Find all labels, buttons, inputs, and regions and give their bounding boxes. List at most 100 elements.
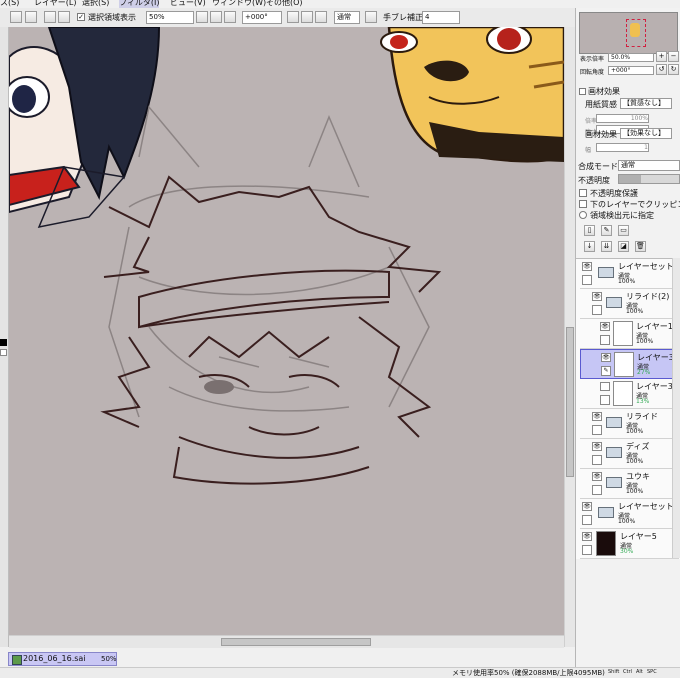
preserve-opacity-label: 不透明度保護 [590,189,638,198]
eye-icon[interactable]: 👁 [592,412,602,421]
layer-row[interactable]: 👁 リライド(2) 通常 100% [580,289,679,319]
zoom-in-button[interactable] [210,11,222,23]
color-swatch-black[interactable] [0,339,7,346]
layer-thumbnail [614,352,634,377]
undo-button[interactable] [10,11,22,23]
delete-layer-icon[interactable]: 🗑 [635,241,646,252]
layer-row[interactable]: 👁 レイヤーセット1 通常 100% [580,499,679,529]
layer-row[interactable]: 👁 リライド 通常 100% [580,409,679,439]
menu-bar: ス(S) レイヤー(L) 選択(S) フィルタ(I) ビュー(V) ウィンドウ(… [0,0,680,8]
redo-button[interactable] [25,11,37,23]
menu-item-select[interactable]: 選択(S) [82,0,109,8]
transfer-down-icon[interactable]: ↓ [584,241,595,252]
layer-thumbnail [596,531,616,556]
flip-button[interactable] [365,11,377,23]
layer-row[interactable]: 👁 ユウキ 通常 100% [580,469,679,499]
zoom-minus-button[interactable]: − [668,51,679,62]
yellow-character-art [380,27,564,163]
eye-icon[interactable] [600,382,610,391]
effect-select[interactable]: 【効果なし】 [620,128,672,139]
lock-toggle[interactable] [592,425,602,435]
folder-icon [606,417,622,428]
rotate-value-field[interactable]: +000° [608,66,654,75]
eye-icon[interactable]: 👁 [592,472,602,481]
lock-toggle[interactable] [600,395,610,405]
menu-item-window[interactable]: ウィンドウ(W) [212,0,266,8]
eye-icon[interactable]: 👁 [592,292,602,301]
new-layer-icon[interactable]: ▯ [584,225,595,236]
stabilizer-select[interactable]: 4 [422,11,460,24]
color-swatch-white[interactable] [0,349,7,356]
selection-display-checkbox[interactable]: ✓ [77,13,85,21]
lock-toggle[interactable] [600,335,610,345]
rotate-right-button[interactable] [301,11,313,23]
zoom-field[interactable]: 50% [146,11,194,24]
preserve-opacity-checkbox[interactable] [579,189,587,197]
layer-row[interactable]: 👁 ディズ 通常 100% [580,439,679,469]
status-bar: メモリ使用率50% (確保2088MB/上限4095MB) Shift Ctrl… [0,667,680,678]
layer-list-scrollbar[interactable] [672,258,680,558]
sketch-lines [108,105,430,418]
lock-toggle[interactable] [582,275,592,285]
rotate-reset-button[interactable] [315,11,327,23]
opacity-slider[interactable] [618,174,680,184]
effect-width-field[interactable]: 1 [596,143,649,152]
layer-row[interactable]: 👁 レイヤーセット2 通常 100% [580,259,679,289]
clear-layer-icon[interactable]: ◪ [618,241,629,252]
eye-icon[interactable]: 👁 [582,502,592,511]
menu-item-filter[interactable]: フィルタ(I) [119,0,160,8]
paper-scale-field[interactable]: 100% [596,114,649,123]
deselect-button[interactable] [44,11,56,23]
layer-row[interactable]: 👁 レイヤー11 通常 100% [580,319,679,349]
vertical-scroll-thumb[interactable] [566,327,574,477]
lock-toggle[interactable] [592,485,602,495]
texture-collapse-toggle[interactable] [579,88,586,95]
folder-icon [606,447,622,458]
rotate-left-button[interactable] [287,11,299,23]
zoom-reset-button[interactable] [224,11,236,23]
pen-icon[interactable]: ✎ [601,366,611,376]
horizontal-scroll-thumb[interactable] [221,638,371,646]
lock-toggle[interactable] [582,515,592,525]
new-linework-layer-icon[interactable]: ✎ [601,225,612,236]
eye-icon[interactable]: 👁 [601,353,611,362]
clipping-checkbox[interactable] [579,200,587,208]
navigator-preview[interactable] [579,12,678,54]
rotate-label: 回転角度 [580,69,605,76]
rotate-cw-button[interactable]: ↻ [668,64,679,75]
rotate-ccw-button[interactable]: ↺ [656,64,667,75]
invert-selection-button[interactable] [58,11,70,23]
paper-texture-select[interactable]: 【質感なし】 [620,98,672,109]
document-tab[interactable]: 2016_06_16.sai 50% [8,652,117,666]
menu-item-other[interactable]: その他(O) [266,0,303,8]
layer-row[interactable]: レイヤー3(2) 通常 13% [580,379,680,409]
horizontal-scrollbar[interactable] [9,635,564,648]
layer-row-selected[interactable]: 👁✎ レイヤー3(2) 通常 27% [580,349,680,379]
selection-source-radio[interactable] [579,211,587,219]
lock-toggle[interactable] [582,545,592,555]
zoom-plus-button[interactable]: + [656,51,667,62]
menu-item-view[interactable]: ビュー(V) [170,0,206,8]
zoom-out-button[interactable] [196,11,208,23]
layer-row[interactable]: 👁 レイヤー5 通常 30% [580,529,679,559]
effect-width-label: 幅 [585,147,592,154]
layer-opacity: 13% [636,398,650,405]
zoom-value-field[interactable]: 50.0% [608,53,654,62]
blend-mode-select[interactable]: 通常 [334,11,360,24]
merge-down-icon[interactable]: ⇊ [601,241,612,252]
artwork [9,27,564,485]
lock-toggle[interactable] [592,305,602,315]
eye-icon[interactable]: 👁 [582,532,592,541]
rotate-field[interactable]: +000° [242,11,282,24]
eye-icon[interactable]: 👁 [600,322,610,331]
layer-opacity: 100% [626,488,644,495]
eye-icon[interactable]: 👁 [582,262,592,271]
lock-toggle[interactable] [592,455,602,465]
menu-item-layer[interactable]: レイヤー(L) [34,0,76,8]
eye-icon[interactable]: 👁 [592,442,602,451]
layer-blend-mode-select[interactable]: 通常 [618,160,680,171]
menu-item-window-partial[interactable]: ス(S) [0,0,19,8]
new-folder-icon[interactable]: ▭ [618,225,629,236]
drawing-canvas[interactable] [9,27,564,635]
zoom-label: 表示倍率 [580,56,605,63]
